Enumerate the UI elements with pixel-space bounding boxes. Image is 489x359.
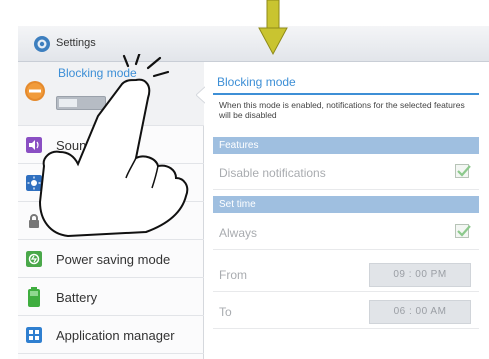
sidebar-item-label: Battery [56, 290, 98, 305]
always-row[interactable]: Always [213, 216, 479, 250]
detail-panel: Blocking mode When this mode is enabled,… [205, 62, 489, 359]
disable-notifications-checkbox[interactable] [455, 164, 471, 178]
sidebar-item-label: Application manager [56, 328, 175, 343]
always-checkbox[interactable] [455, 224, 471, 238]
check-icon [457, 225, 471, 237]
apps-grid-icon [26, 327, 42, 343]
sidebar-item-battery[interactable]: Battery [18, 278, 204, 316]
tap-hand-icon [38, 54, 189, 238]
to-time-field[interactable]: 06 : 00 AM [369, 300, 471, 324]
always-label: Always [219, 226, 258, 240]
set-time-section-header: Set time [213, 196, 479, 213]
page-title: Settings [56, 37, 96, 49]
check-icon [457, 165, 471, 177]
to-label: To [219, 305, 232, 319]
battery-icon [28, 287, 40, 307]
from-row: From 09 : 00 PM [213, 258, 479, 292]
screen: Settings Blocking mode Sound Power savin… [0, 0, 489, 359]
disable-notifications-label: Disable notifications [219, 166, 326, 180]
features-section-header: Features [213, 137, 479, 154]
detail-title: Blocking mode [217, 75, 296, 89]
power-saving-icon [26, 251, 42, 267]
mode-description: When this mode is enabled, notifications… [219, 100, 465, 120]
sidebar-item-power-saving-mode[interactable]: Power saving mode [18, 240, 204, 278]
to-row: To 06 : 00 AM [213, 295, 479, 329]
disable-notifications-row[interactable]: Disable notifications [213, 156, 479, 190]
down-arrow-icon [258, 0, 288, 56]
title-underline [213, 93, 479, 95]
from-label: From [219, 268, 247, 282]
gear-icon [34, 36, 50, 52]
sidebar-item-label: Power saving mode [56, 252, 171, 267]
sidebar-item-application-manager[interactable]: Application manager [18, 316, 204, 354]
from-time-field[interactable]: 09 : 00 PM [369, 263, 471, 287]
